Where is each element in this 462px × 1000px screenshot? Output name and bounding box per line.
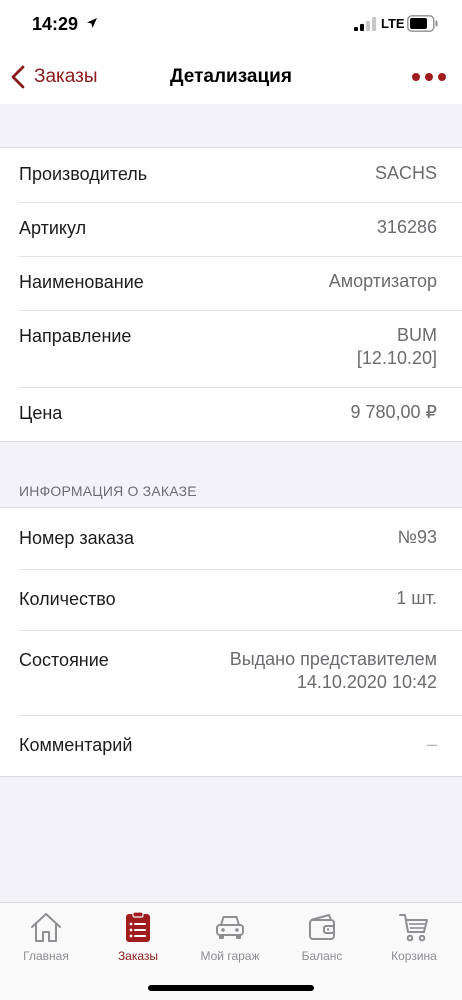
row-label: Состояние: [19, 650, 109, 670]
row-label: Цена: [19, 403, 63, 423]
more-dot-icon: [438, 73, 446, 81]
battery-icon: [407, 15, 438, 32]
tab-label: Баланс: [301, 949, 343, 963]
manufacturer-value: SACHS: [374, 163, 437, 183]
navigation-bar: Заказы Детализация: [0, 50, 462, 104]
tab-orders[interactable]: Заказы: [92, 911, 184, 971]
detail-row-article: Артикул 316286: [0, 202, 462, 256]
direction-line-2: [12.10.20]: [356, 348, 437, 368]
cart-icon: [399, 914, 428, 942]
row-label: Номер заказа: [19, 528, 135, 548]
comment-value: –: [426, 734, 437, 754]
row-label: Комментарий: [19, 735, 133, 755]
row-label: Производитель: [19, 164, 148, 184]
detail-row-direction: Направление BUM [12.10.20]: [0, 310, 462, 387]
details-group: Производитель SACHS Артикул 316286 Наиме…: [0, 147, 462, 442]
location-arrow-icon: [87, 18, 97, 28]
order-number-value: №93: [397, 527, 437, 547]
direction-line-1: BUM: [397, 325, 437, 345]
tab-label: Главная: [23, 949, 69, 963]
row-label: Направление: [19, 326, 132, 346]
tab-label: Корзина: [391, 949, 437, 963]
order-row-state: Состояние Выдано представителем 14.10.20…: [0, 630, 462, 715]
car-icon: [216, 916, 244, 939]
order-info-group: Номер заказа №93 Количество 1 шт. Состоя…: [0, 507, 462, 777]
more-dot-icon: [425, 73, 433, 81]
row-label: Наименование: [19, 272, 144, 292]
state-line-2: 14.10.2020 10:42: [296, 672, 437, 692]
detail-row-name: Наименование Амортизатор: [0, 256, 462, 310]
row-label: Артикул: [19, 218, 87, 238]
tab-label: Мой гараж: [200, 949, 260, 963]
more-options-button[interactable]: [412, 66, 446, 88]
state-line-1: Выдано представителем: [229, 649, 437, 669]
status-bar: 14:29 LTE: [0, 0, 462, 50]
name-value: Амортизатор: [328, 271, 437, 291]
orders-icon: [126, 911, 150, 942]
status-time: 14:29: [32, 14, 79, 34]
quantity-value: 1 шт.: [396, 588, 437, 608]
price-value: 9 780,00 ₽: [350, 402, 437, 422]
wallet-icon: [309, 914, 335, 940]
cellular-signal-icon: [354, 17, 376, 31]
more-dot-icon: [412, 73, 420, 81]
article-value: 316286: [376, 217, 437, 237]
tab-balance[interactable]: Баланс: [276, 911, 368, 971]
order-row-quantity: Количество 1 шт.: [0, 569, 462, 630]
tab-cart[interactable]: Корзина: [368, 911, 460, 971]
tab-label: Заказы: [117, 949, 159, 963]
row-label: Количество: [19, 589, 116, 609]
section-header-order-info: ИНФОРМАЦИЯ О ЗАКАЗЕ: [19, 483, 197, 499]
tab-home[interactable]: Главная: [0, 911, 92, 971]
page-title: Детализация: [170, 66, 292, 87]
order-row-comment: Комментарий –: [0, 715, 462, 776]
network-type: LTE: [381, 16, 405, 31]
home-indicator: [148, 985, 314, 991]
detail-row-manufacturer: Производитель SACHS: [0, 148, 462, 202]
tab-garage[interactable]: Мой гараж: [184, 911, 276, 971]
direction-value: BUM [12.10.20]: [357, 324, 437, 387]
screen: 14:29 LTE Заказы Детализация Производите…: [0, 0, 462, 1000]
state-value: Выдано представителем 14.10.2020 10:42: [230, 648, 437, 715]
home-icon: [31, 913, 61, 942]
order-row-number: Номер заказа №93: [0, 508, 462, 569]
detail-row-price: Цена 9 780,00 ₽: [0, 387, 462, 441]
